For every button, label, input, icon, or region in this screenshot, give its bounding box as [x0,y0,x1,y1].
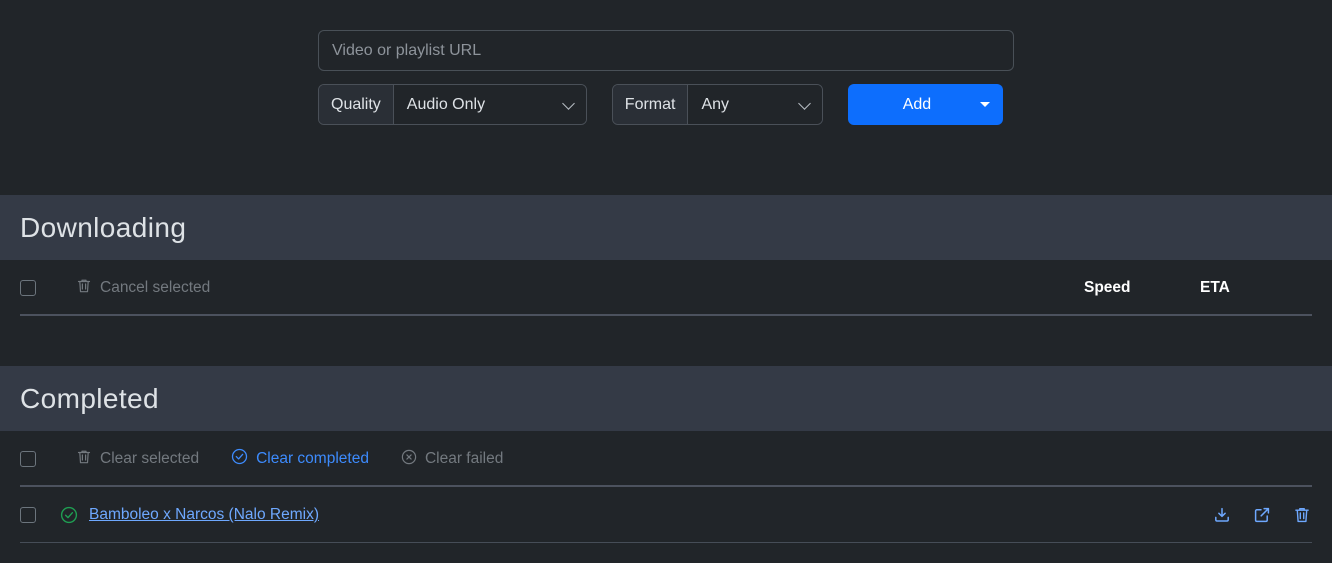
table-row: Bamboleo x Narcos (Nalo Remix) [0,487,1332,543]
format-group: Format Any [611,84,824,125]
download-title-link[interactable]: Bamboleo x Narcos (Nalo Remix) [89,506,319,524]
speed-column-header: Speed [1084,279,1131,296]
format-label: Format [612,85,689,124]
external-link-icon[interactable] [1252,505,1272,525]
downloading-title: Downloading [20,211,187,243]
check-circle-icon [231,448,248,470]
completed-section-header: Completed [0,366,1332,431]
clear-selected-label: Clear selected [100,450,200,467]
completed-list: Bamboleo x Narcos (Nalo Remix) [0,487,1332,543]
options-row: Quality Audio Only Format Any Add [0,84,1332,125]
quality-label: Quality [319,85,394,124]
add-button-label: Add [902,95,932,113]
url-row [0,30,1332,71]
downloading-toolbar: Cancel selected Speed ETA [0,260,1332,316]
add-download-form: Quality Audio Only Format Any Add [0,0,1332,195]
url-input[interactable] [318,30,1014,71]
downloading-section-header: Downloading [0,195,1332,260]
trash-icon [76,278,92,299]
clear-selected-button[interactable]: Clear selected [76,449,199,470]
clear-failed-label: Clear failed [424,450,504,467]
status-check-circle-icon [60,506,78,524]
quality-select-value: Audio Only [406,95,486,113]
format-select-value: Any [701,95,730,113]
x-circle-icon [401,449,417,470]
trash-icon [76,449,92,470]
caret-down-icon [980,102,991,107]
format-select[interactable]: Any [688,85,823,124]
add-button[interactable]: Add [848,84,1004,125]
clear-completed-label: Clear completed [256,450,369,467]
clear-failed-button[interactable]: Clear failed [401,449,503,470]
completed-title: Completed [20,382,160,414]
chevron-down-icon [798,96,812,110]
row-actions [1212,505,1312,525]
add-dropdown-toggle[interactable] [967,84,1003,125]
quality-select[interactable]: Audio Only [393,85,586,124]
downloading-toolbar-divider [20,314,1312,316]
chevron-down-icon [561,96,575,110]
downloading-select-all-checkbox[interactable] [20,280,36,296]
row-divider [20,542,1312,543]
downloading-list [0,316,1332,366]
quality-group: Quality Audio Only [318,84,587,125]
completed-select-all-checkbox[interactable] [20,451,36,467]
downloading-column-headers: Speed ETA [1084,260,1312,316]
eta-column-header: ETA [1200,279,1230,296]
cancel-selected-label: Cancel selected [100,279,211,296]
download-icon[interactable] [1212,505,1232,525]
delete-icon[interactable] [1292,505,1312,525]
cancel-selected-button[interactable]: Cancel selected [76,278,210,299]
clear-completed-button[interactable]: Clear completed [231,448,369,470]
row-select-checkbox[interactable] [20,507,36,523]
completed-toolbar: Clear selected Clear completed Clear fai… [0,431,1332,487]
